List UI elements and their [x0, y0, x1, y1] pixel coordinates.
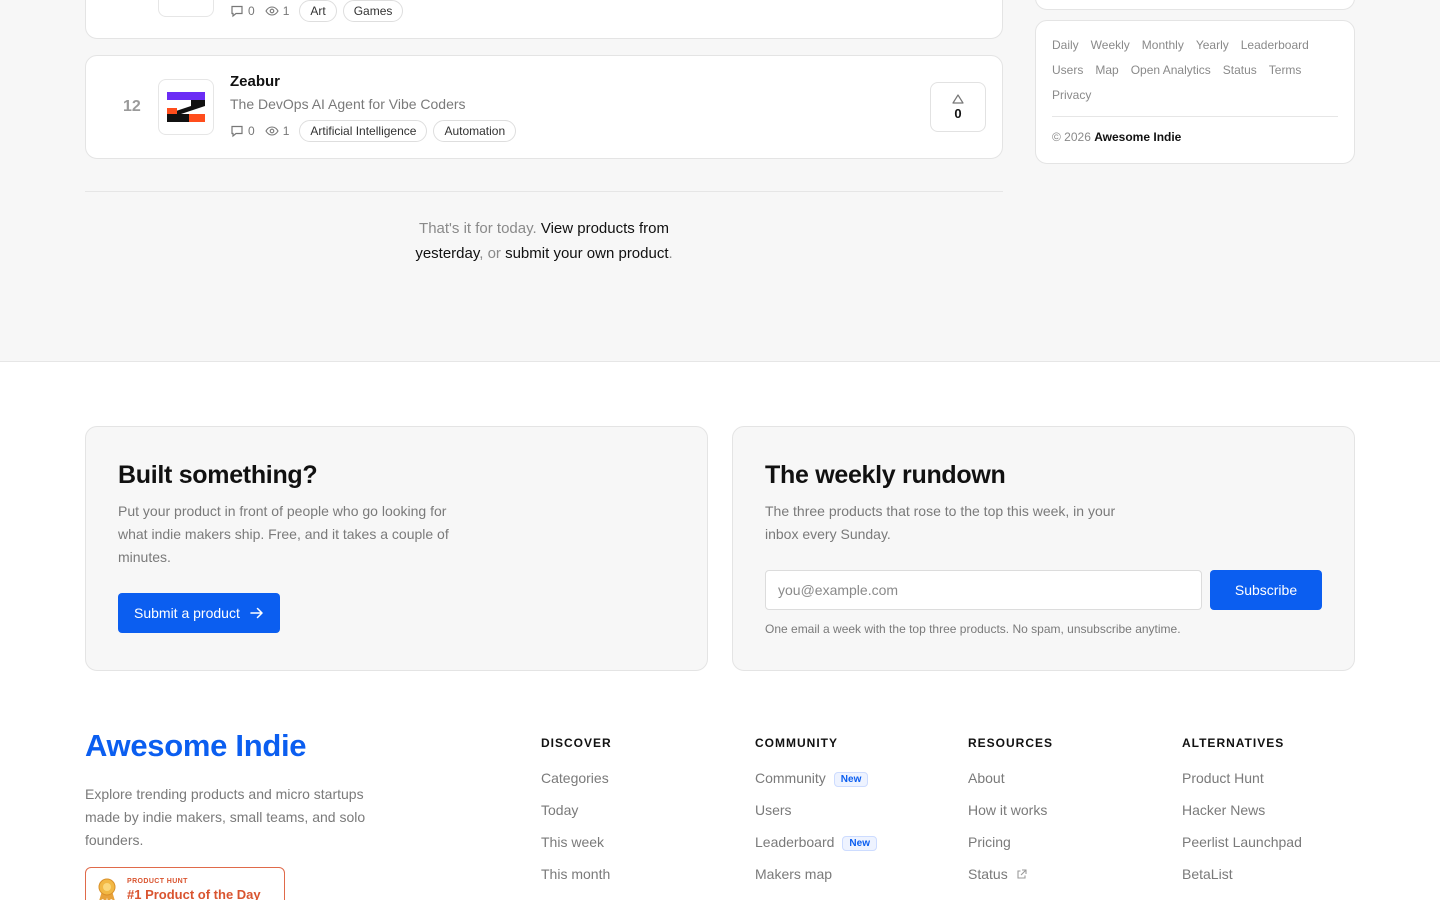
product-list-section: 0 1 Art Games 12 Zeabur The DevOps AI Ag… [0, 0, 1440, 362]
product-meta: 0 1 Artificial Intelligence Automation [230, 120, 517, 142]
newsletter-description: The three products that rose to the top … [765, 503, 1116, 542]
submit-product-link[interactable]: submit your own product [505, 245, 668, 262]
external-link-icon [1017, 869, 1027, 879]
arrow-right-icon [250, 607, 263, 619]
view-count: 1 [265, 124, 289, 138]
footer-col-resources: RESOURCES About How it works Pricing Sta… [968, 736, 1053, 898]
submit-promo-description: Put your product in front of people who … [118, 503, 449, 565]
product-name[interactable]: Zeabur [230, 73, 280, 90]
tag-artificial-intelligence[interactable]: Artificial Intelligence [299, 120, 428, 142]
zeabur-logo[interactable] [158, 79, 214, 135]
footer-link-betalist[interactable]: BetaList [1182, 866, 1302, 898]
footer-link-how-it-works[interactable]: How it works [968, 802, 1053, 834]
footer-link-community[interactable]: Community New [755, 770, 877, 802]
zeabur-logo-icon [167, 92, 205, 122]
subscribe-form: Subscribe [765, 570, 1322, 610]
submit-promo-card: Built something? Put your product in fro… [85, 426, 708, 671]
email-input[interactable] [765, 570, 1202, 610]
footer-link-this-week[interactable]: This week [541, 834, 612, 866]
footer-col-discover: DISCOVER Categories Today This week This… [541, 736, 612, 898]
comment-icon [231, 125, 243, 138]
badge-title: #1 Product of the Day [127, 887, 261, 900]
submit-promo-title: Built something? [118, 461, 318, 489]
sidebar-link-terms[interactable]: Terms [1269, 62, 1302, 79]
comment-icon [231, 5, 243, 18]
subscribe-button[interactable]: Subscribe [1210, 570, 1322, 610]
sidebar-link-yearly[interactable]: Yearly [1196, 37, 1229, 54]
sidebar-link-leaderboard[interactable]: Leaderboard [1241, 37, 1309, 54]
product-hunt-badge[interactable]: PRODUCT HUNT #1 Product of the Day [85, 867, 285, 900]
sidebar-card-top [1035, 0, 1355, 10]
product-card[interactable]: 0 1 Art Games [85, 0, 1003, 39]
footer-description: Explore trending products and micro star… [85, 786, 366, 848]
submit-product-button[interactable]: Submit a product [118, 593, 280, 633]
end-of-list-note: That's it for today. View products from … [415, 220, 673, 262]
tag-art[interactable]: Art [299, 0, 337, 22]
sidebar-link-users[interactable]: Users [1052, 62, 1083, 79]
footer-link-status[interactable]: Status [968, 866, 1053, 898]
footer-link-makers-map[interactable]: Makers map [755, 866, 877, 898]
sidebar-link-weekly[interactable]: Weekly [1091, 37, 1130, 54]
badge-source: PRODUCT HUNT [127, 878, 188, 885]
sidebar-separator [1052, 116, 1338, 117]
copyright: © 2026 Awesome Indie [1052, 130, 1182, 144]
footer-link-this-month[interactable]: This month [541, 866, 612, 898]
page: 0 1 Art Games 12 Zeabur The DevOps AI Ag… [0, 0, 1440, 900]
vote-count: 0 [954, 105, 962, 121]
upvote-button[interactable]: 0 [930, 82, 986, 132]
sidebar-links-card: Daily Weekly Monthly Yearly Leaderboard … [1035, 20, 1355, 164]
footer-col-title: DISCOVER [541, 736, 612, 750]
footer-link-product-hunt[interactable]: Product Hunt [1182, 770, 1302, 802]
sidebar-link-privacy[interactable]: Privacy [1052, 87, 1091, 104]
footer-col-title: COMMUNITY [755, 736, 838, 750]
view-yesterday-link[interactable]: View products from [541, 220, 669, 237]
footer-col-community: COMMUNITY Community New Users Leaderboar… [755, 736, 877, 898]
footer-link-about[interactable]: About [968, 770, 1053, 802]
tag-games[interactable]: Games [342, 0, 404, 22]
sidebar-link-monthly[interactable]: Monthly [1142, 37, 1184, 54]
newsletter-fineprint: One email a week with the top three prod… [765, 622, 1181, 636]
product-logo [158, 0, 214, 17]
footer-link-leaderboard[interactable]: Leaderboard New [755, 834, 877, 866]
product-card-zeabur[interactable]: 12 Zeabur The DevOps AI Agent for Vibe C… [85, 55, 1003, 159]
footer-link-categories[interactable]: Categories [541, 770, 612, 802]
upvote-triangle-icon [952, 93, 964, 104]
eye-icon [265, 126, 279, 136]
footer-brand-logo[interactable]: Awesome Indie [85, 728, 307, 764]
footer-link-peerlist-launchpad[interactable]: Peerlist Launchpad [1182, 834, 1302, 866]
product-rank: 12 [123, 98, 141, 115]
list-divider [85, 191, 1003, 192]
product-meta: 0 1 Art Games [230, 0, 404, 22]
footer-link-users[interactable]: Users [755, 802, 877, 834]
footer-col-title: RESOURCES [968, 736, 1054, 750]
product-tagline: The DevOps AI Agent for Vibe Coders [230, 96, 466, 112]
footer-col-title: ALTERNATIVES [1182, 736, 1285, 750]
footer-link-hacker-news[interactable]: Hacker News [1182, 802, 1302, 834]
newsletter-promo-card: The weekly rundown The three products th… [732, 426, 1355, 671]
footer-col-alternatives: ALTERNATIVES Product Hunt Hacker News Pe… [1182, 736, 1302, 898]
footer-link-pricing[interactable]: Pricing [968, 834, 1053, 866]
medal-icon [98, 878, 116, 900]
view-count: 1 [265, 4, 289, 18]
new-badge: New [842, 836, 877, 851]
newsletter-title: The weekly rundown [765, 461, 1006, 489]
comment-count: 0 [230, 124, 255, 138]
comment-count: 0 [230, 4, 255, 18]
sidebar-links: Daily Weekly Monthly Yearly Leaderboard … [1052, 37, 1342, 104]
sidebar-link-map[interactable]: Map [1095, 62, 1118, 79]
eye-icon [265, 6, 279, 16]
sidebar-link-status[interactable]: Status [1223, 62, 1257, 79]
tag-automation[interactable]: Automation [433, 120, 517, 142]
sidebar-link-daily[interactable]: Daily [1052, 37, 1079, 54]
footer-link-today[interactable]: Today [541, 802, 612, 834]
view-yesterday-link-cont[interactable]: yesterday [415, 245, 479, 262]
new-badge: New [833, 772, 869, 787]
sidebar-link-open-analytics[interactable]: Open Analytics [1131, 62, 1211, 79]
